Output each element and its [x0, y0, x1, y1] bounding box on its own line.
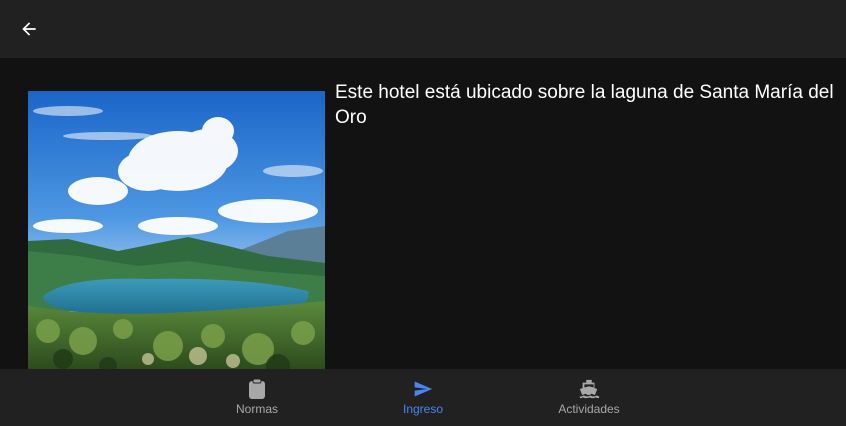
- bottom-navigation: Normas Ingreso Actividades: [0, 369, 846, 426]
- main-content: Este hotel está ubicado sobre la laguna …: [0, 58, 846, 369]
- nav-item-actividades[interactable]: Actividades: [529, 369, 649, 426]
- nav-label: Ingreso: [402, 402, 444, 416]
- ship-icon: [578, 378, 600, 400]
- nav-item-ingreso[interactable]: Ingreso: [363, 369, 483, 426]
- hotel-photo: [28, 91, 325, 369]
- app-bar: [0, 0, 846, 58]
- hotel-description: Este hotel está ubicado sobre la laguna …: [335, 82, 834, 128]
- nav-label: Normas: [235, 402, 278, 416]
- clipboard-icon: [246, 378, 268, 400]
- nav-label: Actividades: [558, 402, 620, 416]
- send-icon: [412, 378, 434, 400]
- nav-item-normas[interactable]: Normas: [197, 369, 317, 426]
- arrow-left-icon: [22, 22, 36, 36]
- back-button[interactable]: [14, 14, 44, 44]
